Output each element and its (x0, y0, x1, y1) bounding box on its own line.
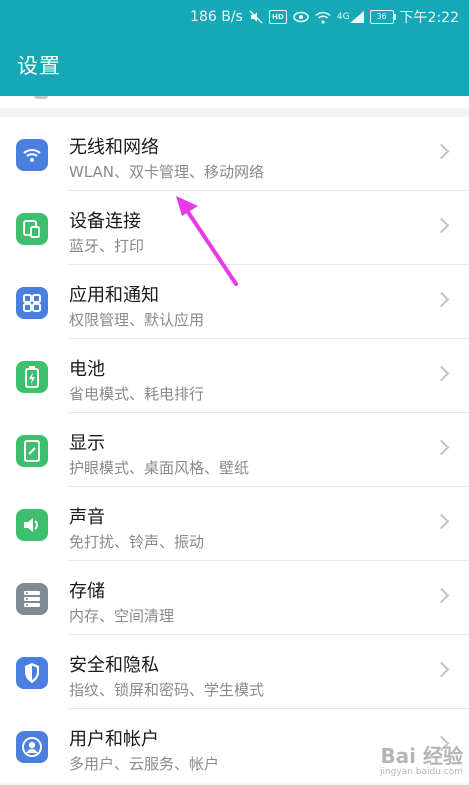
chevron-right-icon (433, 291, 450, 308)
chevron-right-icon (433, 365, 450, 382)
storage-icon (16, 583, 48, 615)
battery-icon (16, 361, 48, 393)
apps-grid-icon (16, 287, 48, 319)
item-subtitle: WLAN、双卡管理、移动网络 (69, 163, 265, 181)
network-speed: 186 B/s (190, 9, 243, 25)
search-strip-remnant (0, 96, 469, 108)
item-title: 电池 (69, 359, 105, 380)
chevron-right-icon (433, 513, 450, 530)
cell-signal-icon: 4G (337, 11, 364, 23)
item-title: 无线和网络 (69, 137, 159, 158)
item-title: 应用和通知 (69, 285, 159, 306)
settings-screen: 186 B/s HD 4G 36 下午2:22 设置 无线和网络 WLAN、双卡… (0, 0, 469, 785)
settings-item-storage[interactable]: 存储 内存、空间清理 (0, 561, 469, 635)
settings-item-security-privacy[interactable]: 安全和隐私 指纹、锁屏和密码、学生模式 (0, 635, 469, 709)
item-subtitle: 蓝牙、打印 (69, 237, 145, 255)
chevron-right-icon (433, 439, 450, 456)
item-subtitle: 省电模式、耗电排行 (69, 385, 205, 403)
sound-icon (16, 509, 48, 541)
watermark-sub: jingyan.baidu.com (379, 767, 463, 777)
settings-item-wireless[interactable]: 无线和网络 WLAN、双卡管理、移动网络 (0, 117, 469, 191)
wifi-icon (16, 139, 48, 171)
wifi-status-icon (315, 11, 331, 24)
device-connection-icon (16, 213, 48, 245)
hd-icon: HD (268, 10, 287, 24)
item-subtitle: 护眼模式、桌面风格、壁纸 (69, 459, 250, 477)
item-title: 存储 (69, 581, 105, 602)
display-icon (16, 435, 48, 467)
shield-icon (16, 657, 48, 689)
item-title: 设备连接 (69, 211, 141, 232)
clock: 下午2:22 (399, 10, 459, 26)
settings-list: 无线和网络 WLAN、双卡管理、移动网络 设备连接 蓝牙、打印 应用和通知 权限… (0, 117, 469, 783)
settings-item-battery[interactable]: 电池 省电模式、耗电排行 (0, 339, 469, 413)
app-header: 186 B/s HD 4G 36 下午2:22 设置 (0, 0, 469, 96)
item-title: 用户和帐户 (69, 729, 159, 750)
item-subtitle: 内存、空间清理 (69, 607, 175, 625)
settings-item-apps-notifications[interactable]: 应用和通知 权限管理、默认应用 (0, 265, 469, 339)
battery-status-icon: 36 (369, 10, 396, 24)
item-subtitle: 免打扰、铃声、振动 (69, 533, 205, 551)
watermark: Bai 经验 jingyan.baidu.com (380, 746, 463, 777)
settings-item-sound[interactable]: 声音 免打扰、铃声、振动 (0, 487, 469, 561)
item-title: 声音 (69, 507, 105, 528)
user-icon (16, 731, 48, 763)
item-subtitle: 多用户、云服务、帐户 (69, 755, 220, 773)
mute-icon (249, 10, 263, 24)
settings-item-display[interactable]: 显示 护眼模式、桌面风格、壁纸 (0, 413, 469, 487)
eye-icon (293, 11, 309, 23)
watermark-text: Bai 经验 (380, 744, 463, 768)
settings-item-device-connection[interactable]: 设备连接 蓝牙、打印 (0, 191, 469, 265)
chevron-right-icon (433, 217, 450, 234)
chevron-right-icon (433, 587, 450, 604)
chevron-right-icon (433, 661, 450, 678)
item-subtitle: 指纹、锁屏和密码、学生模式 (69, 681, 265, 699)
status-bar: 186 B/s HD 4G 36 下午2:22 (0, 0, 469, 34)
chevron-right-icon (433, 143, 450, 160)
item-title: 显示 (69, 433, 105, 454)
item-subtitle: 权限管理、默认应用 (69, 311, 205, 329)
page-title: 设置 (17, 54, 61, 78)
strip-handle (34, 96, 48, 99)
item-title: 安全和隐私 (69, 655, 159, 676)
